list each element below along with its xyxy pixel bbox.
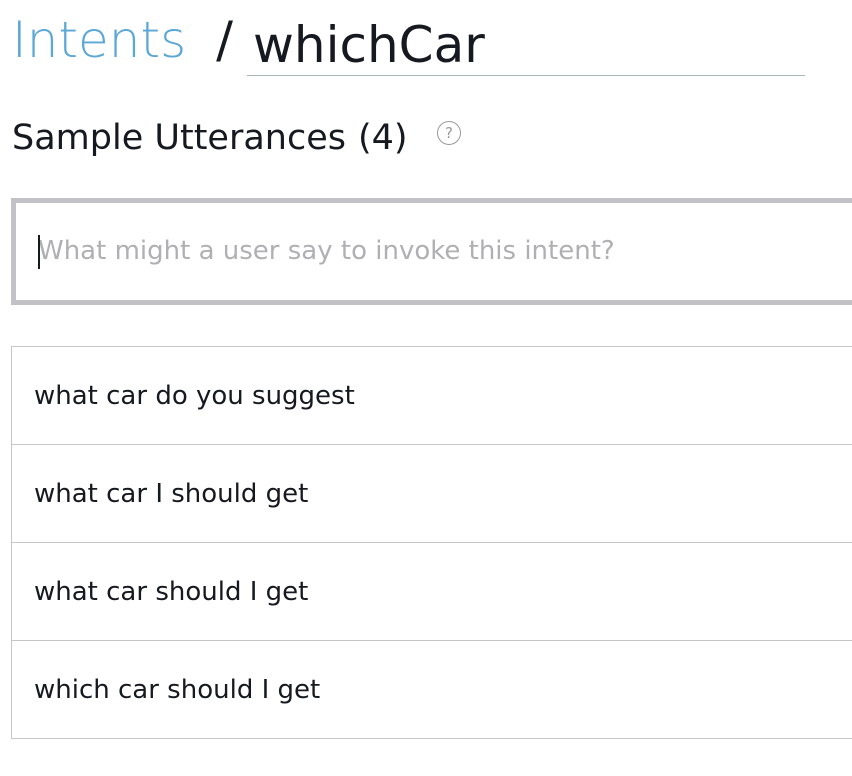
utterance-item[interactable]: what car do you suggest xyxy=(12,347,852,445)
utterance-item[interactable]: what car I should get xyxy=(12,445,852,543)
section-title-label: Sample Utterances xyxy=(12,118,346,158)
text-cursor xyxy=(38,235,40,269)
breadcrumb-separator: / xyxy=(216,11,234,69)
utterance-input[interactable] xyxy=(38,231,818,271)
breadcrumb: Intents / xyxy=(12,8,249,72)
utterance-count: (4) xyxy=(358,118,408,158)
utterance-list: what car do you suggest what car I shoul… xyxy=(11,346,852,739)
utterance-item[interactable]: which car should I get xyxy=(12,641,852,739)
intent-name-field[interactable]: whichCar xyxy=(247,8,805,76)
intent-name-value: whichCar xyxy=(253,16,485,74)
breadcrumb-intents-link[interactable]: Intents xyxy=(12,15,186,65)
utterance-input-container xyxy=(11,198,852,305)
section-title: Sample Utterances (4) xyxy=(12,116,408,160)
question-circle-icon[interactable]: ? xyxy=(437,121,461,145)
intent-editor-page: Intents / whichCar Sample Utterances (4)… xyxy=(0,0,852,776)
utterance-item[interactable]: what car should I get xyxy=(12,543,852,641)
